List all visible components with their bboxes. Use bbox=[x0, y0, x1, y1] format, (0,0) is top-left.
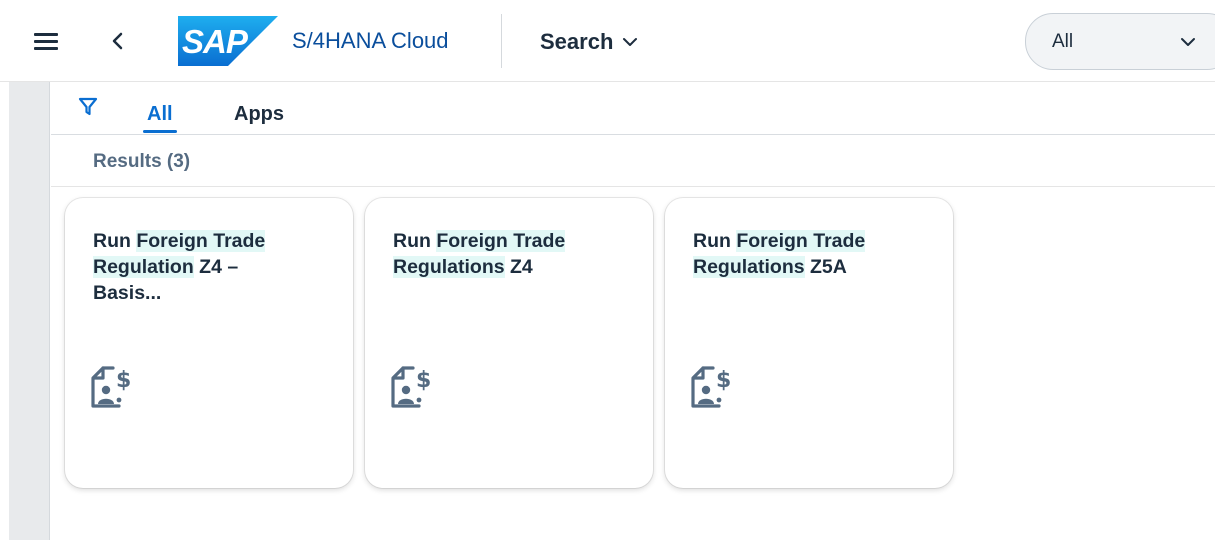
svg-text:SAP: SAP bbox=[182, 23, 249, 60]
customs-dollar-document-icon: $ bbox=[89, 362, 141, 414]
shell-bar: SAP S/4HANA Cloud Search All bbox=[0, 0, 1215, 82]
chevron-down-icon bbox=[1181, 38, 1195, 46]
search-menu-button[interactable]: Search bbox=[540, 28, 639, 56]
customs-dollar-document-icon: $ bbox=[689, 362, 741, 414]
results-title: Results (3) bbox=[93, 151, 191, 172]
tile-title: Run Foreign Trade Regulation Z4 – Basis... bbox=[93, 230, 266, 304]
tile-title: Run Foreign Trade Regulations Z5A bbox=[693, 230, 866, 278]
search-menu-label: Search bbox=[540, 29, 614, 54]
side-panel-strip bbox=[9, 82, 50, 540]
sap-logo[interactable]: SAP bbox=[178, 16, 278, 66]
shell-divider bbox=[501, 14, 502, 68]
app-tile[interactable]: Run Foreign Trade Regulations Z4 $ bbox=[365, 198, 653, 488]
back-icon[interactable] bbox=[100, 26, 136, 56]
svg-text:$: $ bbox=[416, 368, 431, 393]
search-scope-value: All bbox=[1052, 31, 1074, 52]
chevron-down-icon bbox=[623, 38, 638, 46]
product-name: S/4HANA Cloud bbox=[292, 28, 449, 53]
tab-bar: All Apps bbox=[51, 82, 1215, 135]
app-tile[interactable]: Run Foreign Trade Regulations Z5A $ bbox=[665, 198, 953, 488]
svg-text:$: $ bbox=[116, 368, 131, 393]
app-tile[interactable]: Run Foreign Trade Regulation Z4 – Basis...… bbox=[65, 198, 353, 488]
tile-title: Run Foreign Trade Regulations Z4 bbox=[393, 230, 566, 278]
tab-all[interactable]: All bbox=[143, 103, 177, 133]
filter-icon[interactable] bbox=[77, 96, 99, 118]
search-scope-select[interactable]: All bbox=[1025, 13, 1215, 70]
customs-dollar-document-icon: $ bbox=[389, 362, 441, 414]
svg-text:$: $ bbox=[716, 368, 731, 393]
results-header: Results (3) bbox=[51, 135, 1215, 187]
left-rail bbox=[0, 82, 50, 540]
menu-icon[interactable] bbox=[28, 26, 64, 56]
tab-apps[interactable]: Apps bbox=[234, 103, 284, 126]
